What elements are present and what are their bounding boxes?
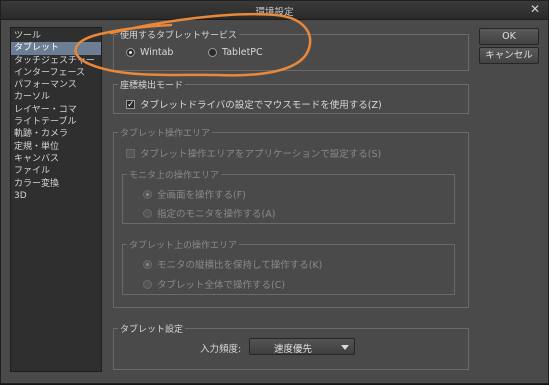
whole-tablet-label: タブレット全体で操作する(C) <box>157 280 286 291</box>
specified-monitor-label: 指定のモニタを操作する(A) <box>157 209 276 220</box>
input-frequency-select[interactable]: 速度優先 <box>249 338 355 355</box>
tablet-side-area-group: タブレット上の操作エリア モニタの縦横比を保持して操作する(K) タブレット全体… <box>122 238 455 295</box>
sidebar-item-touch-gesture[interactable]: タッチジェスチャー <box>11 55 101 67</box>
tabletpc-label: TabletPC <box>222 47 263 58</box>
tablet-service-group: 使用するタブレットサービス Wintab TabletPC <box>113 28 469 71</box>
radio-unselected-icon <box>143 208 152 218</box>
specified-monitor-radio[interactable]: 指定のモニタを操作する(A) <box>143 206 275 220</box>
ok-button[interactable]: OK <box>479 28 539 45</box>
radio-selected-icon <box>143 189 152 199</box>
full-screen-radio[interactable]: 全画面を操作する(F) <box>143 187 246 201</box>
sidebar-item-cursor[interactable]: カーソル <box>11 91 101 103</box>
sidebar-item-tool[interactable]: ツール <box>11 30 101 42</box>
sidebar-item-color-conversion[interactable]: カラー変換 <box>11 178 101 190</box>
input-frequency-value: 速度優先 <box>273 344 312 355</box>
tablet-settings-legend: タブレット設定 <box>118 322 186 335</box>
sidebar-item-tablet[interactable]: タブレット <box>11 42 101 55</box>
chevron-down-icon <box>341 345 349 350</box>
sidebar-item-interface[interactable]: インターフェース <box>11 67 101 79</box>
monitor-area-legend: モニタ上の操作エリア <box>127 168 222 181</box>
coordinate-mode-legend: 座標検出モード <box>118 78 186 91</box>
app-area-label: タブレット操作エリアをアプリケーションで設定する(S) <box>140 149 382 160</box>
tablet-area-legend: タブレット操作エリア <box>118 126 213 139</box>
sidebar-item-performance[interactable]: パフォーマンス <box>11 79 101 91</box>
preferences-window: 環境設定 ✕ ツール タブレット タッチジェスチャー インターフェース パフォー… <box>0 0 549 384</box>
sidebar-item-canvas[interactable]: キャンバス <box>11 153 101 165</box>
whole-tablet-radio[interactable]: タブレット全体で操作する(C) <box>143 277 285 291</box>
mouse-mode-checkbox[interactable]: ✓ タブレットドライバの設定でマウスモードを使用する(Z) <box>126 97 382 111</box>
input-frequency-label: 入力頻度: <box>200 344 242 355</box>
full-screen-label: 全画面を操作する(F) <box>157 190 246 201</box>
tablet-side-area-legend: タブレット上の操作エリア <box>127 238 240 251</box>
radio-selected-icon <box>143 259 152 269</box>
sidebar-item-layer-frame[interactable]: レイヤー・コマ <box>11 104 101 116</box>
tablet-service-legend: 使用するタブレットサービス <box>118 28 240 41</box>
keep-aspect-radio[interactable]: モニタの縦横比を保持して操作する(K) <box>143 257 322 271</box>
close-icon[interactable]: ✕ <box>528 2 542 16</box>
app-area-checkbox[interactable]: タブレット操作エリアをアプリケーションで設定する(S) <box>126 146 381 160</box>
radio-unselected-icon <box>208 48 217 57</box>
checkmark-icon: ✓ <box>126 99 135 110</box>
title-bar: 環境設定 ✕ <box>1 1 548 20</box>
keep-aspect-label: モニタの縦横比を保持して操作する(K) <box>157 260 323 271</box>
sidebar-item-3d[interactable]: 3D <box>11 190 101 202</box>
wintab-radio[interactable]: Wintab <box>126 47 173 58</box>
wintab-label: Wintab <box>140 47 174 58</box>
tablet-area-group: タブレット操作エリア タブレット操作エリアをアプリケーションで設定する(S) モ… <box>113 126 469 308</box>
sidebar-item-ruler-unit[interactable]: 定規・単位 <box>11 141 101 153</box>
sidebar-item-light-table[interactable]: ライトテーブル <box>11 116 101 128</box>
tabletpc-radio[interactable]: TabletPC <box>208 47 263 58</box>
radio-selected-icon <box>126 48 135 57</box>
sidebar-item-file[interactable]: ファイル <box>11 165 101 177</box>
mouse-mode-label: タブレットドライバの設定でマウスモードを使用する(Z) <box>140 100 382 111</box>
sidebar-item-trajectory-camera[interactable]: 軌跡・カメラ <box>11 128 101 140</box>
cancel-button[interactable]: キャンセル <box>479 47 539 64</box>
coordinate-mode-group: 座標検出モード ✓ タブレットドライバの設定でマウスモードを使用する(Z) <box>113 78 469 114</box>
radio-unselected-icon <box>143 279 152 289</box>
window-title: 環境設定 <box>255 7 294 18</box>
category-list: ツール タブレット タッチジェスチャー インターフェース パフォーマンス カーソ… <box>10 27 102 372</box>
checkbox-empty-icon <box>126 148 135 158</box>
monitor-area-group: モニタ上の操作エリア 全画面を操作する(F) 指定のモニタを操作する(A) <box>122 168 455 224</box>
